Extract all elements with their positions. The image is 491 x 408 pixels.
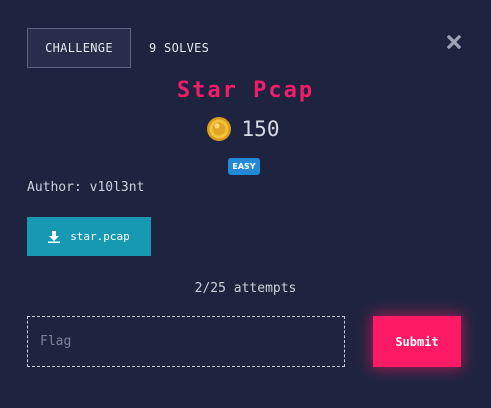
points-row: 150 (0, 116, 491, 142)
download-file-button[interactable]: star.pcap (27, 217, 151, 256)
download-file-label: star.pcap (70, 230, 130, 243)
close-icon[interactable] (446, 34, 462, 50)
difficulty-badge: EASY (228, 158, 260, 175)
download-icon (48, 230, 61, 243)
tab-challenge[interactable]: CHALLENGE (27, 28, 131, 68)
flag-input[interactable] (27, 316, 345, 367)
attempts-counter: 2/25 attempts (194, 281, 297, 296)
tab-solves[interactable]: 9 SOLVES (149, 28, 209, 68)
challenge-points: 150 (241, 117, 280, 141)
submit-button[interactable]: Submit (373, 316, 461, 367)
challenge-title: Star Pcap (176, 78, 315, 103)
challenge-author: Author: v10l3nt (27, 180, 145, 195)
coin-icon (206, 117, 231, 141)
